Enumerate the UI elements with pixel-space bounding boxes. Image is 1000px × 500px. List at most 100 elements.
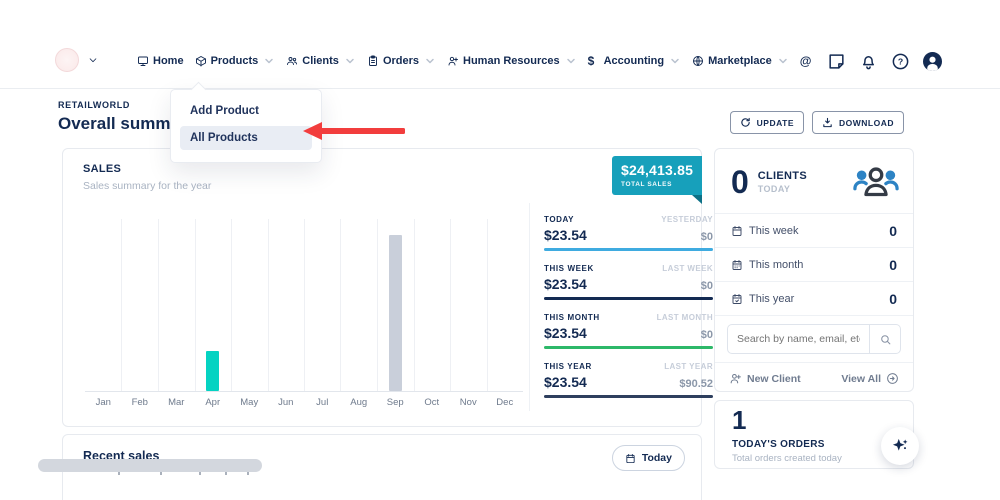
new-client-button[interactable]: New Client	[729, 372, 801, 385]
chart-month-labels: JanFebMarAprMayJunJulAugSepOctNovDec	[85, 397, 523, 408]
red-arrow-annotation	[303, 120, 405, 142]
chart-month-label: Nov	[450, 397, 487, 408]
new-client-label: New Client	[747, 373, 801, 385]
view-all-clients-link[interactable]: View All	[841, 372, 899, 385]
nav-item-marketplace[interactable]: Marketplace	[692, 55, 789, 67]
dropdown-item-all-products[interactable]: All Products	[180, 126, 312, 150]
chart-month-label: Jun	[268, 397, 305, 408]
update-button[interactable]: UPDATE	[730, 111, 804, 134]
workspace-logo-icon	[55, 48, 79, 72]
download-button-label: DOWNLOAD	[839, 118, 894, 128]
nav-item-orders[interactable]: Orders	[367, 55, 436, 67]
clients-card-title: CLIENTS	[758, 170, 807, 182]
sales-stats-panel: TODAY YESTERDAY $23.54 $0 THIS WEEK LAST…	[529, 203, 713, 411]
chart-month-label: Aug	[341, 397, 378, 408]
at-icon: @	[800, 55, 812, 67]
chart-gridline	[377, 219, 378, 391]
nav-item-label: Human Resources	[463, 55, 560, 67]
clients-row-this-week[interactable]: This week 0	[715, 213, 913, 247]
nav-item-human-resources[interactable]: Human Resources	[447, 55, 577, 67]
chart-month-label: Jan	[85, 397, 122, 408]
today-filter-button[interactable]: Today	[612, 445, 685, 471]
clients-period-rows: This week 0 This month 0 This year 0	[715, 213, 913, 315]
chart-month-label: Mar	[158, 397, 195, 408]
update-button-label: UPDATE	[757, 118, 794, 128]
chart-gridline	[158, 219, 159, 391]
help-icon[interactable]: ?	[891, 52, 910, 71]
people-icon	[286, 55, 298, 67]
nav-item-label: Products	[211, 55, 259, 67]
arrow-circle-icon	[886, 372, 899, 385]
nav-item-accounting[interactable]: $ Accounting	[588, 55, 682, 67]
stat-underline	[544, 395, 713, 398]
ai-sparkle-button[interactable]	[881, 427, 919, 465]
chart-bar-this-year-apr	[206, 351, 219, 391]
topbar-actions: ?	[827, 42, 942, 80]
notifications-bell-icon[interactable]	[859, 52, 878, 71]
clients-card-header: 0 CLIENTS TODAY	[715, 149, 913, 213]
clients-row-this-month[interactable]: This month 0	[715, 247, 913, 281]
sales-card-title: SALES	[83, 163, 121, 175]
nav-item-home[interactable]: Home	[137, 55, 184, 67]
table-text-peek	[247, 472, 249, 475]
table-text-peek	[160, 472, 162, 475]
chart-gridline	[121, 219, 122, 391]
download-icon	[822, 117, 833, 128]
user-avatar[interactable]	[923, 52, 942, 71]
stat-underline	[544, 297, 713, 300]
workspace-name: RETAILWORLD	[58, 100, 130, 110]
calendar-icon	[625, 453, 636, 464]
people-group-icon	[853, 165, 899, 199]
nav-item-clients[interactable]: Clients	[286, 55, 356, 67]
sales-stat-today: TODAY YESTERDAY $23.54 $0	[544, 215, 713, 251]
chart-gridline	[340, 219, 341, 391]
chart-month-label: Sep	[377, 397, 414, 408]
chart-month-label: Dec	[487, 397, 524, 408]
notes-icon[interactable]	[827, 52, 846, 71]
total-sales-badge: $24,413.85 TOTAL SALES	[612, 156, 702, 195]
chart-month-label: Jul	[304, 397, 341, 408]
globe-icon	[692, 55, 704, 67]
today-filter-label: Today	[642, 452, 672, 464]
nav-item-products[interactable]: Products	[195, 55, 276, 67]
nav-item-label: Orders	[383, 55, 419, 67]
clients-row-this-year[interactable]: This year 0	[715, 281, 913, 315]
sales-stat-this-year: THIS YEAR LAST YEAR $23.54 $90.52	[544, 362, 713, 398]
client-search-input[interactable]	[727, 324, 870, 354]
chart-month-label: Feb	[122, 397, 159, 408]
sales-card: SALES Sales summary for the year $24,413…	[62, 148, 702, 427]
client-search-button[interactable]	[870, 324, 901, 354]
download-button[interactable]: DOWNLOAD	[812, 111, 904, 134]
horizontal-scrollbar[interactable]	[38, 459, 262, 472]
cube-icon	[195, 55, 207, 67]
orders-card-subtitle: Total orders created today	[732, 453, 842, 464]
svg-text:?: ?	[898, 56, 903, 66]
clients-card-footer: New Client View All	[715, 362, 913, 394]
dollar-icon: $	[588, 55, 600, 67]
clients-search-section	[715, 315, 913, 362]
clients-row-value: 0	[889, 291, 897, 307]
chevron-down-icon	[344, 55, 356, 67]
chart-gridline	[304, 219, 305, 391]
nav-item-label: Accounting	[604, 55, 665, 67]
chart-gridline	[231, 219, 232, 391]
nav-item-socialhubs[interactable]: @ SocialHubs	[800, 55, 812, 67]
orders-count: 1	[732, 405, 746, 436]
person-add-icon	[447, 55, 459, 67]
chevron-down-icon	[88, 55, 98, 65]
clients-count: 0	[731, 166, 749, 198]
total-sales-label: TOTAL SALES	[621, 181, 693, 188]
chart-gridline	[450, 219, 451, 391]
chart-bar-last-year-sep	[389, 235, 402, 391]
products-dropdown-menu: Add Product All Products	[170, 89, 322, 163]
workspace-switcher[interactable]	[55, 48, 98, 72]
chart-gridline	[487, 219, 488, 391]
dashboard-page: Home Products Clients Orders Human Resou…	[0, 0, 1000, 500]
dropdown-item-add-product[interactable]: Add Product	[180, 99, 312, 123]
stat-underline	[544, 346, 713, 349]
monitor-icon	[137, 55, 149, 67]
orders-card-title: TODAY'S ORDERS	[732, 439, 825, 450]
clients-card: 0 CLIENTS TODAY This week 0 This month 0…	[714, 148, 914, 392]
dropdown-caret	[191, 82, 207, 98]
header-actions: UPDATE DOWNLOAD	[730, 111, 904, 134]
